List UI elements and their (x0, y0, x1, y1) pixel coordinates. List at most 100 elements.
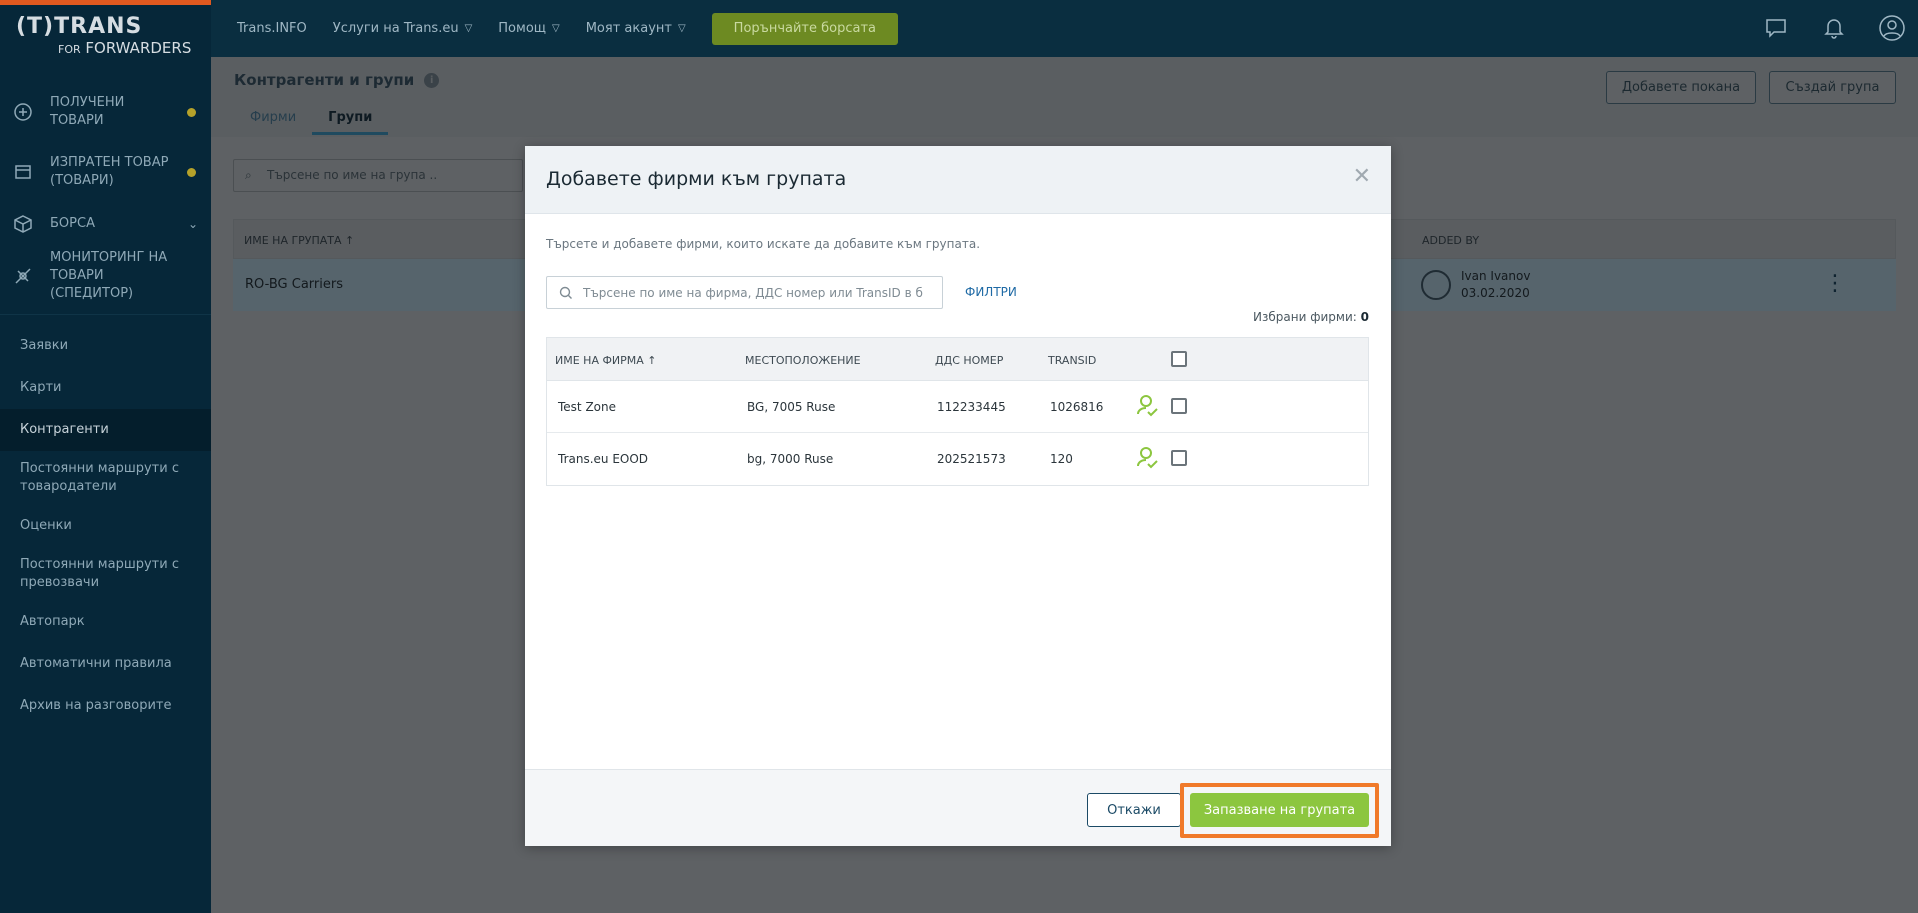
column-added-by: ADDED BY (1422, 234, 1480, 247)
add-invitation-button[interactable]: Добавете покана (1606, 71, 1756, 104)
logo-line1: (T)TRANS (16, 14, 143, 39)
sidebar-link-label: Автоматични правила (20, 656, 172, 671)
company-search-field[interactable] (546, 276, 943, 309)
nav-label: Помощ (498, 21, 547, 36)
select-all-checkbox[interactable] (1171, 351, 1187, 367)
companies-table: ИМЕ НА ФИРМА ↑ МЕСТОПОЛОЖЕНИЕ ДДС НОМЕР … (546, 337, 1369, 486)
sidebar-item-label: ПОЛУЧЕНИ ТОВАРИ (50, 95, 125, 128)
nav-my-account[interactable]: Моят акаунт ▽ (586, 21, 686, 36)
sidebar-link-label: Карти (20, 380, 62, 395)
top-navigation-bar: Trans.INFO Услуги на Trans.eu ▽ Помощ ▽ Мо… (211, 0, 1918, 57)
column-group-name[interactable]: ИМЕ НА ГРУПАТА ↑ (244, 234, 354, 247)
received-goods-icon (12, 101, 34, 123)
page-title-text: Контрагенти и групи (234, 71, 415, 89)
table-row: Trans.eu EOOD bg, 7000 Ruse 202521573 12… (547, 433, 1368, 485)
sidebar-link-orders[interactable]: Заявки (0, 325, 211, 367)
logo-line2: FOR FORWARDERS (58, 39, 191, 59)
added-by-user: Ivan Ivanov (1461, 269, 1531, 283)
verified-user-icon (1137, 447, 1158, 469)
box-icon (12, 213, 34, 235)
row-checkbox[interactable] (1171, 398, 1187, 414)
chevron-down-icon: ▽ (677, 23, 686, 34)
sidebar-link-label: Архив на разговорите (20, 698, 172, 713)
order-exchange-button[interactable]: Порънчайте борсата (711, 12, 899, 45)
close-icon[interactable]: ✕ (1353, 166, 1371, 188)
sidebar-link-label: Постоянни маршрути с товародатели (20, 461, 179, 494)
search-icon (559, 286, 572, 299)
cancel-button[interactable]: Откажи (1087, 793, 1181, 827)
sidebar-item-monitoring[interactable]: МОНИТОРИНГ НА ТОВАРИ (СПЕДИТОР) (0, 246, 211, 306)
bell-icon[interactable] (1820, 14, 1848, 42)
column-location: МЕСТОПОЛОЖЕНИЕ (745, 354, 861, 367)
sidebar-link-chat-archive[interactable]: Архив на разговорите (0, 685, 211, 727)
avatar (1421, 270, 1451, 300)
sent-goods-icon (12, 161, 34, 183)
sidebar-link-label: Оценки (20, 518, 72, 533)
chevron-down-icon: ⌄ (187, 217, 198, 231)
sidebar-item-sent-goods[interactable]: ИЗПРАТЕН ТОВАР (ТОВАРИ) (0, 142, 211, 202)
companies-table-header: ИМЕ НА ФИРМА ↑ МЕСТОПОЛОЖЕНИЕ ДДС НОМЕР … (547, 338, 1368, 381)
company-search-input[interactable] (583, 285, 923, 300)
tab-bar: Фирми Групи (234, 110, 389, 135)
sidebar-item-label: МОНИТОРИНГ НА ТОВАРИ (СПЕДИТОР) (50, 250, 168, 301)
sidebar-item-exchange[interactable]: БОРСА ⌄ (0, 202, 211, 246)
tab-companies[interactable]: Фирми (234, 110, 312, 135)
create-group-button[interactable]: Създай група (1769, 71, 1896, 104)
column-vat: ДДС НОМЕР (935, 354, 1004, 367)
nav-help[interactable]: Помощ ▽ (498, 21, 559, 36)
modal-description: Търсете и добавете фирми, които искате д… (546, 237, 981, 251)
sidebar-link-label: Контрагенти (20, 422, 109, 437)
sidebar: (T)TRANS FOR FORWARDERS ПОЛУЧЕНИ ТОВАРИ … (0, 0, 211, 913)
modal-header: Добавете фирми към групата ✕ (525, 146, 1391, 214)
sidebar-link-label: Постоянни маршрути с превозвачи (20, 557, 179, 590)
sidebar-link-carrier-routes[interactable]: Постоянни маршрути с превозвачи (0, 547, 211, 601)
column-company-name[interactable]: ИМЕ НА ФИРМА ↑ (555, 354, 657, 367)
notification-dot (187, 167, 196, 177)
monitoring-icon (12, 265, 34, 287)
sidebar-divider (0, 314, 211, 315)
company-name-cell: Test Zone (558, 400, 616, 414)
chevron-down-icon: ▽ (552, 23, 560, 34)
nav-trans-info[interactable]: Trans.INFO (237, 21, 307, 36)
table-row: Test Zone BG, 7005 Ruse 112233445 102681… (547, 381, 1368, 433)
more-options-icon[interactable]: ⋮ (1824, 273, 1846, 295)
company-vat-cell: 202521573 (937, 452, 1006, 466)
sidebar-link-shipper-routes[interactable]: Постоянни маршрути с товародатели (0, 451, 211, 505)
selected-count-value: 0 (1360, 310, 1369, 324)
filters-link[interactable]: ФИЛТРИ (965, 285, 1017, 299)
sidebar-item-label: ИЗПРАТЕН ТОВАР (ТОВАРИ) (50, 155, 169, 188)
sidebar-link-contractors[interactable]: Контрагенти (0, 409, 211, 451)
group-search-input[interactable]: ⌕ Търсене по име на група .. (233, 159, 523, 192)
user-avatar-icon[interactable] (1878, 14, 1906, 42)
tab-groups[interactable]: Групи (312, 110, 389, 135)
nav-label: Услуги на Trans.eu (332, 21, 459, 36)
chat-icon[interactable] (1762, 14, 1790, 42)
company-transid-cell: 120 (1050, 452, 1073, 466)
page-title: Контрагенти и групи i (234, 71, 440, 89)
nav-label: Trans.INFO (237, 21, 307, 36)
row-checkbox[interactable] (1171, 450, 1187, 466)
sidebar-link-auto-rules[interactable]: Автоматични правила (0, 643, 211, 685)
sidebar-link-ratings[interactable]: Оценки (0, 505, 211, 547)
selected-companies-count: Избрани фирми: 0 (1253, 310, 1369, 324)
sidebar-link-maps[interactable]: Карти (0, 367, 211, 409)
sidebar-link-fleet[interactable]: Автопарк (0, 601, 211, 643)
nav-label: Моят акаунт (585, 21, 672, 36)
verified-user-icon (1137, 395, 1158, 417)
save-group-button[interactable]: Запазване на групата (1190, 793, 1369, 827)
company-location-cell: bg, 7000 Ruse (747, 452, 834, 466)
search-icon: ⌕ (245, 168, 252, 182)
modal-title: Добавете фирми към групата (546, 168, 847, 190)
notification-dot (187, 107, 196, 117)
sidebar-link-label: Заявки (20, 338, 69, 353)
company-vat-cell: 112233445 (937, 400, 1006, 414)
company-name-cell: Trans.eu EOOD (558, 452, 649, 466)
page-header: Контрагенти и групи i Фирми Групи Добавет… (211, 57, 1918, 137)
info-icon[interactable]: i (424, 73, 440, 88)
sidebar-item-label: БОРСА (50, 216, 95, 231)
trans-logo[interactable]: (T)TRANS FOR FORWARDERS (16, 15, 191, 59)
sidebar-item-received-goods[interactable]: ПОЛУЧЕНИ ТОВАРИ (0, 82, 211, 142)
nav-services[interactable]: Услуги на Trans.eu ▽ (333, 21, 473, 36)
sidebar-link-label: Автопарк (20, 614, 85, 629)
column-transid: TRANSID (1048, 354, 1097, 367)
